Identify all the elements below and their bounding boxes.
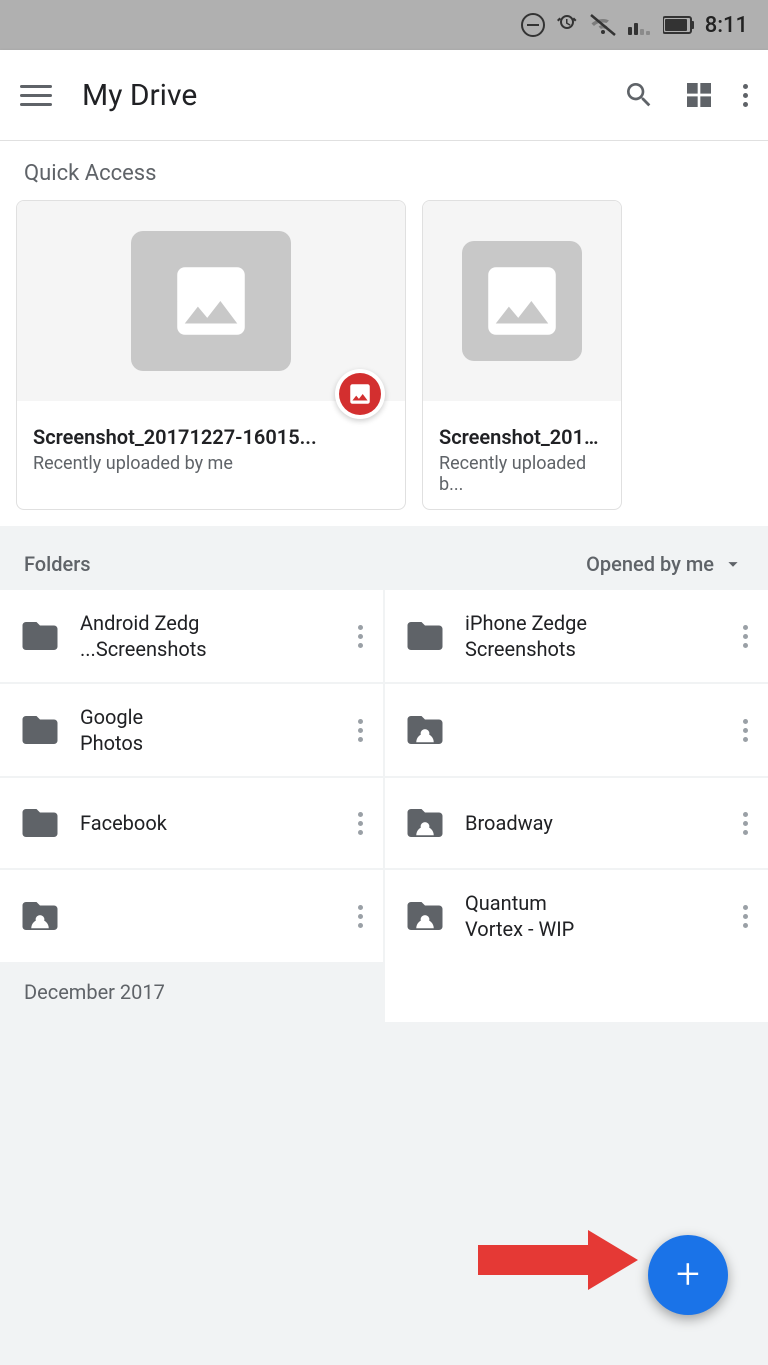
page-title: My Drive	[82, 78, 603, 113]
signal-icon	[627, 13, 653, 37]
shared-folder-icon	[401, 706, 449, 754]
file-name-label: QuantumVortex - WIP	[465, 890, 723, 942]
more-button[interactable]	[739, 901, 752, 932]
list-item[interactable]: QuantumVortex - WIP	[385, 870, 768, 962]
grid-view-button[interactable]	[683, 79, 715, 111]
quick-access-container: Screenshot_20171227-16015... Recently up…	[0, 200, 768, 526]
shared-folder-svg-icon	[404, 709, 446, 751]
grid-icon	[683, 79, 715, 111]
more-options-button[interactable]	[743, 84, 748, 107]
list-item[interactable]: Android Zedg...Screenshots	[0, 590, 383, 682]
shared-folder-icon	[16, 892, 64, 940]
more-button[interactable]	[739, 808, 752, 839]
battery-icon	[663, 14, 695, 36]
list-item[interactable]	[0, 870, 383, 962]
more-button[interactable]	[354, 621, 367, 652]
more-button[interactable]	[354, 901, 367, 932]
folder-svg-icon	[19, 802, 61, 844]
folder-svg-icon	[404, 615, 446, 657]
list-item[interactable]: iPhone ZedgeScreenshots	[385, 590, 768, 682]
card-thumbnail-1	[17, 201, 405, 401]
more-button[interactable]	[739, 621, 752, 652]
more-button[interactable]	[739, 715, 752, 746]
folders-header: Folders Opened by me	[0, 538, 768, 590]
shared-folder-svg-icon	[404, 802, 446, 844]
more-button[interactable]	[354, 808, 367, 839]
folder-icon	[401, 612, 449, 660]
alarm-icon	[555, 13, 579, 37]
image-placeholder-icon-2	[477, 256, 567, 346]
card-thumbnail-2	[423, 201, 621, 401]
shared-folder-svg-icon	[404, 895, 446, 937]
folders-label: Folders	[24, 552, 586, 576]
dnd-icon	[521, 13, 545, 37]
file-name-label: iPhone ZedgeScreenshots	[465, 610, 723, 662]
list-item[interactable]	[385, 684, 768, 776]
card-filename-1: Screenshot_20171227-16015...	[33, 425, 389, 449]
thumb-placeholder-2	[462, 241, 582, 361]
card-info-2: Screenshot_20180... Recently uploaded b.…	[423, 401, 621, 509]
image-badge-icon	[347, 381, 373, 407]
arrow-svg	[478, 1225, 638, 1295]
sort-label: Opened by me	[586, 552, 714, 576]
status-time: 8:11	[705, 13, 748, 38]
thumb-placeholder-1	[131, 231, 291, 371]
no-wifi-icon	[589, 13, 617, 37]
quick-access-label: Quick Access	[0, 141, 768, 200]
image-placeholder-icon-1	[166, 256, 256, 346]
list-item[interactable]: Facebook	[0, 778, 383, 868]
search-button[interactable]	[623, 79, 655, 111]
quick-access-card-2[interactable]: Screenshot_20180... Recently uploaded b.…	[422, 200, 622, 510]
file-type-badge-1	[335, 369, 385, 419]
menu-button[interactable]	[20, 85, 52, 106]
card-meta-2: Recently uploaded b...	[439, 453, 605, 495]
shared-folder-svg-icon	[19, 895, 61, 937]
fab-add-button[interactable]: +	[648, 1235, 728, 1315]
folder-svg-icon	[19, 615, 61, 657]
file-name-label: Android Zedg...Screenshots	[80, 610, 338, 662]
sort-button[interactable]: Opened by me	[586, 552, 744, 576]
card-meta-1: Recently uploaded by me	[33, 453, 389, 474]
file-name-label: Broadway	[465, 810, 723, 836]
list-item[interactable]: Broadway	[385, 778, 768, 868]
date-label: December 2017	[0, 962, 383, 1022]
status-icons: 8:11	[521, 13, 748, 38]
more-button[interactable]	[354, 715, 367, 746]
search-icon	[623, 79, 655, 111]
folder-icon	[16, 612, 64, 660]
status-bar: 8:11	[0, 0, 768, 50]
badge-inner-1	[339, 373, 381, 415]
app-bar-icons	[623, 79, 748, 111]
folder-icon	[16, 799, 64, 847]
shared-folder-icon	[401, 799, 449, 847]
folder-icon	[16, 706, 64, 754]
shared-folder-icon	[401, 892, 449, 940]
folder-svg-icon	[19, 709, 61, 751]
card-filename-2: Screenshot_20180...	[439, 425, 605, 449]
quick-access-card-1[interactable]: Screenshot_20171227-16015... Recently up…	[16, 200, 406, 510]
sort-arrow-icon	[722, 553, 744, 575]
file-grid: Android Zedg...Screenshots iPhone ZedgeS…	[0, 590, 768, 962]
file-name-label: Facebook	[80, 810, 338, 836]
file-name-label: GooglePhotos	[80, 704, 338, 756]
list-item[interactable]: GooglePhotos	[0, 684, 383, 776]
app-bar: My Drive	[0, 50, 768, 140]
plus-icon: +	[676, 1254, 700, 1296]
arrow-annotation	[478, 1225, 638, 1299]
